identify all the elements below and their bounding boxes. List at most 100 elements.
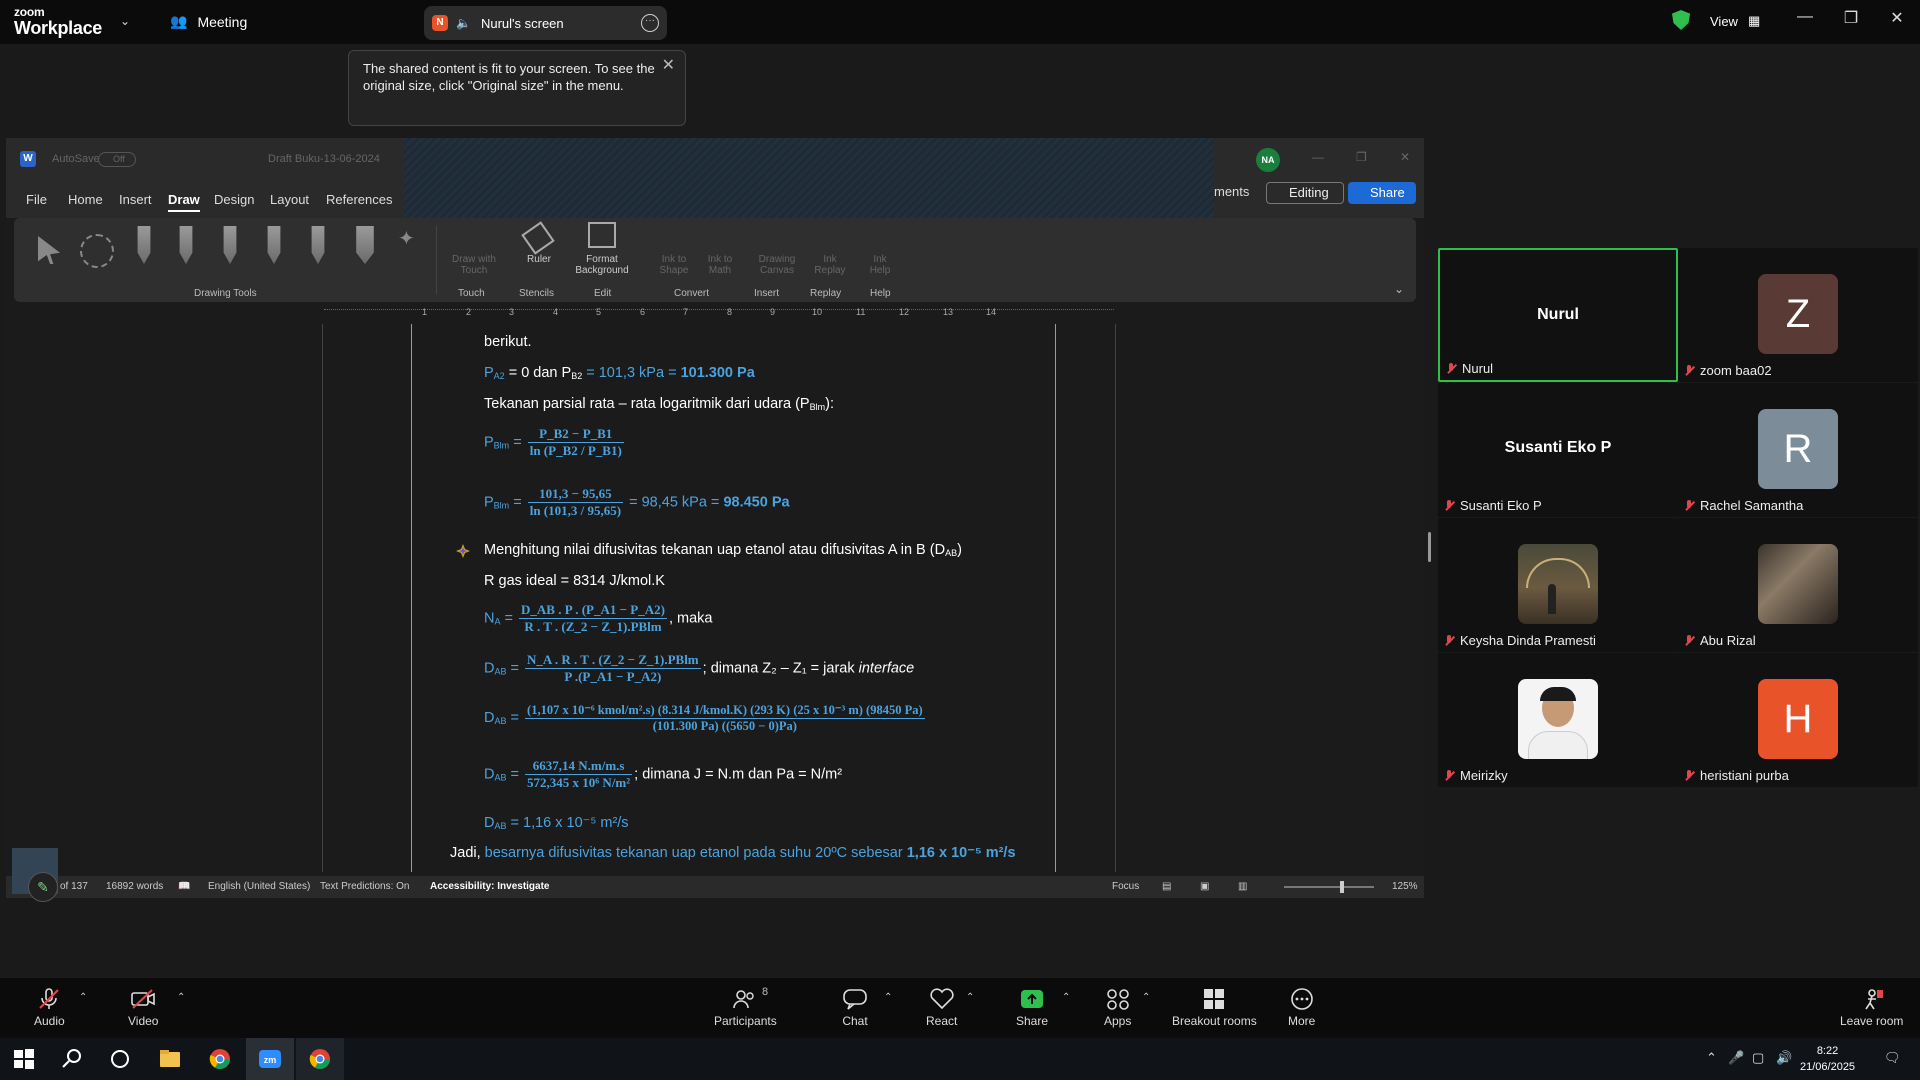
- microphone-icon[interactable]: 🎤: [1728, 1050, 1744, 1066]
- task-view-icon[interactable]: [108, 1047, 132, 1071]
- word-share-button[interactable]: Share: [1348, 182, 1416, 204]
- react-button[interactable]: React: [926, 988, 957, 1028]
- tab-insert[interactable]: Insert: [119, 192, 152, 207]
- text-fragment: = 101,3 kPa =: [582, 365, 681, 381]
- windows-start-icon[interactable]: [12, 1047, 36, 1071]
- tab-design[interactable]: Design: [214, 192, 254, 207]
- add-pen-icon[interactable]: ✦: [398, 226, 415, 251]
- breakout-rooms-button[interactable]: Breakout rooms: [1172, 988, 1257, 1028]
- restore-icon[interactable]: ❐: [1836, 8, 1866, 28]
- audio-options-caret-icon[interactable]: ⌃: [79, 992, 87, 1003]
- tab-home[interactable]: Home: [68, 192, 103, 207]
- autosave-toggle[interactable]: Off: [98, 152, 136, 167]
- tooltip-close-icon[interactable]: ✕: [662, 57, 675, 74]
- chat-options-caret-icon[interactable]: ⌃: [884, 992, 892, 1003]
- read-mode-icon[interactable]: ▤: [1162, 881, 1171, 892]
- tab-layout[interactable]: Layout: [270, 192, 309, 207]
- security-shield-icon[interactable]: [1672, 10, 1690, 30]
- meeting-menu[interactable]: 👥 Meeting: [170, 13, 247, 30]
- gallery-resize-handle[interactable]: [1428, 532, 1431, 562]
- lasso-select-icon[interactable]: [80, 234, 114, 268]
- react-options-caret-icon[interactable]: ⌃: [966, 992, 974, 1003]
- editing-mode-button[interactable]: Editing: [1266, 182, 1344, 204]
- print-layout-icon[interactable]: ▣: [1200, 881, 1209, 892]
- pen-3-icon[interactable]: [267, 226, 281, 264]
- apps-icon: [1106, 989, 1129, 1010]
- eraser-icon[interactable]: [137, 226, 151, 264]
- meeting-toolbar: Audio ⌃ Video ⌃ 8 Participants Chat ⌃ Re…: [0, 978, 1920, 1038]
- pen-1-icon[interactable]: [179, 226, 193, 264]
- ink-to-shape-button[interactable]: Ink to Shape: [654, 254, 694, 276]
- chevron-down-icon[interactable]: ⌄: [120, 14, 130, 28]
- video-options-caret-icon[interactable]: ⌃: [177, 992, 185, 1003]
- word-minimize-icon[interactable]: —: [1312, 150, 1324, 164]
- word-close-icon[interactable]: ✕: [1400, 150, 1410, 164]
- page-count[interactable]: of 137: [60, 881, 88, 892]
- tab-draw[interactable]: Draw: [168, 192, 200, 212]
- zoom-level[interactable]: 125%: [1392, 881, 1418, 892]
- horizontal-ruler[interactable]: 1 2 3 4 5 6 7 8 9 10 11 12 13 14: [6, 306, 1424, 322]
- comments-button[interactable]: ments: [1214, 184, 1249, 199]
- format-background-button[interactable]: Format Background: [564, 254, 640, 276]
- shared-screen-pill[interactable]: N 🔈 Nurul's screen ···: [424, 6, 667, 40]
- participant-tile[interactable]: Z zoom baa02: [1678, 248, 1918, 382]
- participant-tile[interactable]: H heristiani purba: [1678, 653, 1918, 787]
- annotate-pen-icon[interactable]: ✎: [28, 872, 58, 902]
- share-options-caret-icon[interactable]: ⌃: [1062, 992, 1070, 1003]
- system-clock[interactable]: 8:22 21/06/2025: [1800, 1043, 1855, 1075]
- video-button[interactable]: Video: [128, 988, 158, 1028]
- ink-to-math-button[interactable]: Ink to Math: [700, 254, 740, 276]
- text-predictions[interactable]: Text Predictions: On: [320, 881, 409, 892]
- ruler-button[interactable]: Ruler: [522, 254, 556, 265]
- view-button[interactable]: View ▦: [1710, 13, 1760, 29]
- zoom-slider[interactable]: [1284, 881, 1374, 893]
- close-icon[interactable]: ✕: [1882, 8, 1912, 28]
- share-button[interactable]: Share: [1016, 988, 1048, 1028]
- select-pointer-icon[interactable]: [38, 236, 60, 264]
- notifications-icon[interactable]: 🗨: [1884, 1050, 1901, 1066]
- apps-button[interactable]: Apps: [1104, 988, 1131, 1028]
- chat-button[interactable]: Chat: [842, 988, 868, 1028]
- drawing-canvas-button[interactable]: Drawing Canvas: [752, 254, 802, 276]
- apps-options-caret-icon[interactable]: ⌃: [1142, 992, 1150, 1003]
- tab-file[interactable]: File: [26, 192, 47, 207]
- highlighter-icon[interactable]: [356, 226, 374, 264]
- zoom-logo[interactable]: zoom Workplace: [14, 6, 102, 37]
- participant-tile[interactable]: Abu Rizal: [1678, 518, 1918, 652]
- participants-button[interactable]: 8 Participants: [714, 986, 777, 1028]
- participant-tile[interactable]: Meirizky: [1438, 653, 1678, 787]
- web-layout-icon[interactable]: ▥: [1238, 881, 1247, 892]
- chrome-window-icon[interactable]: [308, 1047, 332, 1071]
- ink-help-button[interactable]: Ink Help: [862, 254, 898, 276]
- minimize-icon[interactable]: —: [1790, 8, 1820, 26]
- more-options-icon[interactable]: ···: [641, 14, 659, 32]
- search-icon[interactable]: [60, 1047, 84, 1071]
- chrome-icon[interactable]: [208, 1047, 232, 1071]
- participant-tile[interactable]: Nurul Nurul: [1438, 248, 1678, 382]
- more-button[interactable]: More: [1288, 988, 1315, 1028]
- pen-4-icon[interactable]: [311, 226, 325, 264]
- word-count[interactable]: 16892 words: [106, 881, 163, 892]
- accessibility-status[interactable]: Accessibility: Investigate: [430, 881, 550, 892]
- user-avatar[interactable]: NA: [1256, 148, 1280, 172]
- zoom-app-icon[interactable]: zm: [258, 1047, 282, 1071]
- show-hidden-icons-icon[interactable]: ⌃: [1706, 1050, 1717, 1066]
- collapse-ribbon-icon[interactable]: ⌄: [1394, 282, 1404, 296]
- participant-tile[interactable]: Susanti Eko P Susanti Eko P: [1438, 383, 1678, 517]
- audio-button[interactable]: Audio: [34, 988, 65, 1028]
- document-name[interactable]: Draft Buku-13-06-2024: [268, 153, 380, 165]
- ink-replay-button[interactable]: Ink Replay: [810, 254, 850, 276]
- language[interactable]: English (United States): [208, 881, 310, 892]
- proofing-icon[interactable]: 📖: [178, 881, 190, 892]
- leave-room-button[interactable]: Leave room: [1840, 988, 1903, 1028]
- word-restore-icon[interactable]: ❐: [1356, 150, 1367, 164]
- file-explorer-icon[interactable]: [158, 1047, 182, 1071]
- pen-2-icon[interactable]: [223, 226, 237, 264]
- network-icon[interactable]: ▢: [1752, 1050, 1764, 1066]
- participant-tile[interactable]: Keysha Dinda Pramesti: [1438, 518, 1678, 652]
- participant-tile[interactable]: R Rachel Samantha: [1678, 383, 1918, 517]
- volume-icon[interactable]: 🔊: [1776, 1050, 1792, 1066]
- draw-with-touch-button[interactable]: Draw with Touch: [444, 254, 504, 276]
- tab-references[interactable]: References: [326, 192, 392, 207]
- focus-button[interactable]: Focus: [1112, 881, 1139, 892]
